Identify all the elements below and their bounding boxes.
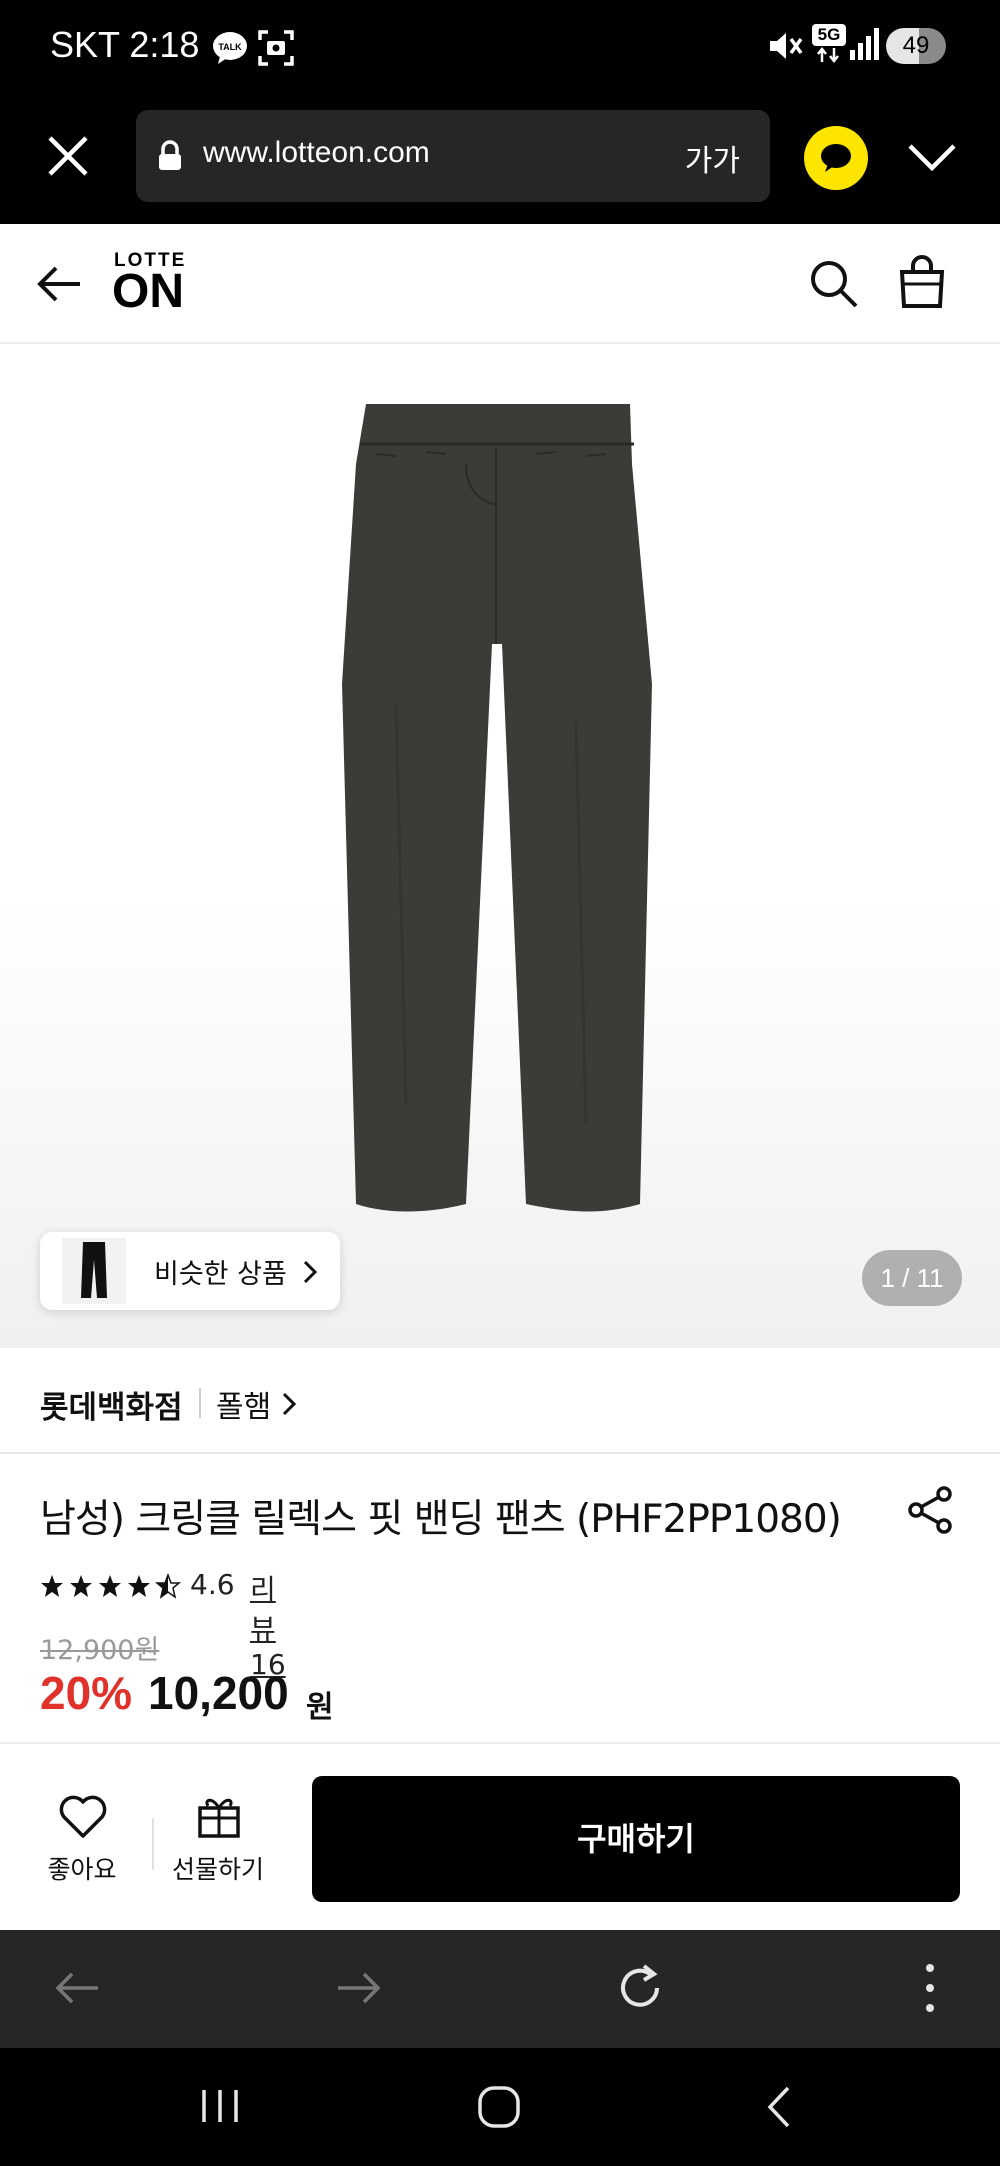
signal-icon (850, 28, 879, 60)
similar-products-label: 비슷한 상품 (154, 1259, 287, 1290)
browser-navigation-bar (0, 1930, 1000, 2048)
store-name[interactable]: 롯데백화점 (40, 1382, 183, 1427)
like-button[interactable]: 좋아요 (20, 1744, 144, 1932)
site-header: LOTTE ON (0, 224, 1000, 344)
screenshot-notification-icon (258, 30, 294, 66)
battery-indicator: 49 (886, 28, 946, 64)
sale-price: 10,200 (148, 1667, 289, 1719)
refresh-icon[interactable] (614, 1962, 666, 2014)
browser-back-icon[interactable] (52, 1968, 102, 2008)
original-price: 12,900원 (40, 1635, 160, 1666)
gift-icon (198, 1798, 240, 1838)
more-options-icon[interactable] (918, 1962, 942, 2014)
chevron-right-icon (303, 1260, 318, 1284)
rating-value: 4.6 (190, 1568, 235, 1601)
gift-label: 선물하기 (171, 1855, 264, 1884)
mute-icon (770, 33, 803, 59)
system-back-icon[interactable] (762, 2084, 794, 2130)
discount-rate: 20% (40, 1667, 133, 1719)
similar-products-button[interactable]: 비슷한 상품 (40, 1232, 340, 1310)
kakao-chat-icon[interactable] (804, 126, 868, 190)
seller-divider (199, 1388, 201, 1418)
share-icon[interactable] (904, 1484, 956, 1536)
browser-toolbar: www.lotteon.com 가가 (0, 98, 1000, 224)
like-label: 좋아요 (47, 1855, 117, 1884)
seller-row[interactable]: 롯데백화점 폴햄 (0, 1348, 1000, 1454)
buy-button[interactable]: 구매하기 (312, 1776, 960, 1902)
address-bar[interactable]: www.lotteon.com 가가 (136, 110, 770, 202)
action-divider (152, 1818, 154, 1870)
status-bar: SKT 2:18 TALK 5G 49 (0, 0, 1000, 98)
data-arrows-icon (817, 46, 839, 64)
similar-product-thumbnail (62, 1238, 126, 1304)
star-rating-icon (41, 1574, 180, 1598)
chevron-down-icon[interactable] (904, 138, 960, 178)
lock-icon (159, 140, 181, 170)
url-text: www.lotteon.com (203, 136, 430, 169)
product-image-carousel[interactable]: 비슷한 상품 1 / 11 (0, 344, 1000, 1348)
browser-forward-icon[interactable] (334, 1968, 384, 2008)
product-pants-image (342, 404, 652, 1212)
purchase-action-bar: 좋아요 선물하기 구매하기 (0, 1742, 1000, 1930)
review-count-link[interactable]: 리뷰 16 (250, 1568, 286, 1681)
sale-price-unit: 원 (306, 1690, 334, 1725)
svg-text:TALK: TALK (218, 42, 242, 52)
pants-thumbnail-icon (81, 1242, 107, 1298)
status-time: SKT 2:18 (50, 24, 200, 65)
chevron-right-icon[interactable] (282, 1392, 296, 1416)
heart-icon (59, 1795, 107, 1838)
product-title: 남성) 크링클 릴렉스 핏 밴딩 팬츠 (PHF2PP1080) (40, 1497, 842, 1542)
network-type-badge: 5G (812, 24, 846, 46)
shopping-bag-icon[interactable] (896, 254, 948, 310)
close-tab-icon[interactable] (44, 132, 92, 180)
logo-on-text[interactable]: ON (112, 268, 184, 316)
system-navigation-bar (0, 2048, 1000, 2166)
kakaotalk-notification-icon: TALK (213, 32, 247, 64)
brand-link[interactable]: 폴햄 (216, 1382, 271, 1426)
search-icon[interactable] (808, 258, 860, 310)
home-icon[interactable] (476, 2084, 522, 2130)
back-arrow-icon[interactable] (34, 262, 84, 306)
gift-button[interactable]: 선물하기 (156, 1744, 280, 1932)
text-size-button[interactable]: 가가 (685, 136, 740, 180)
recent-apps-icon[interactable] (198, 2086, 242, 2126)
image-counter: 1 / 11 (862, 1250, 962, 1306)
